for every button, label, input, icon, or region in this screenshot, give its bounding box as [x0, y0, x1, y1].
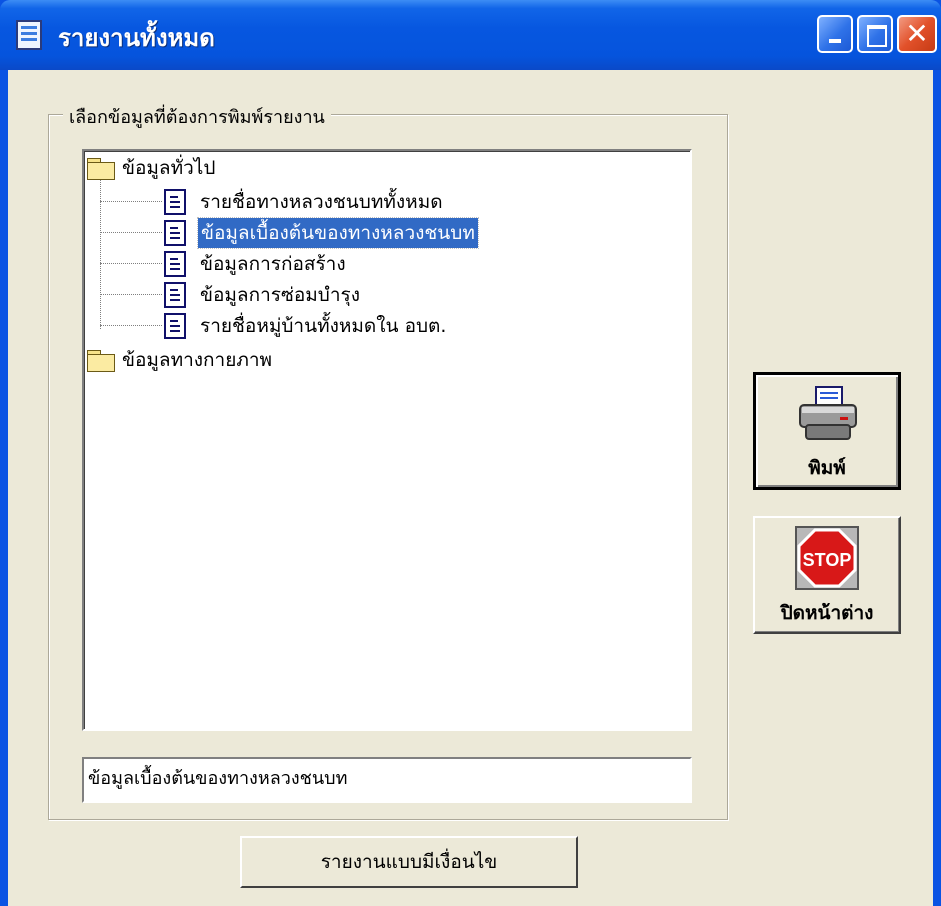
tree-folder-physical[interactable]: ข้อมูลทางกายภาพ	[86, 345, 386, 375]
tree-item-basic-rural-road-info[interactable]: ข้อมูลเบื้องต้นของทางหลวงชนบท	[164, 217, 624, 249]
document-icon	[164, 251, 186, 277]
tree-item-label: ข้อมูลการก่อสร้าง	[200, 253, 346, 275]
printer-icon	[799, 386, 857, 440]
report-tree-view[interactable]: ข้อมูลทั่วไป รายชื่อทางหลวงชนบททั้งหมด ข…	[82, 149, 692, 731]
maximize-button[interactable]	[857, 15, 893, 53]
tree-folder-general[interactable]: ข้อมูลทั่วไป	[86, 153, 386, 183]
print-button[interactable]: พิมพ์	[753, 372, 901, 490]
stop-sign-icon: STOP	[795, 526, 859, 590]
window-app-icon	[16, 20, 42, 50]
tree-item-construction-info[interactable]: ข้อมูลการก่อสร้าง	[164, 249, 584, 279]
stop-sign-text: STOP	[803, 550, 852, 570]
document-icon	[164, 282, 186, 308]
close-window-button[interactable]: STOP ปิดหน้าต่าง	[753, 516, 901, 634]
report-window: รายงานทั้งหมด ✕ เลือกข้อมูลที่ต้องการพิม…	[0, 0, 941, 906]
print-button-label: พิมพ์	[808, 457, 846, 479]
tree-connector	[100, 263, 162, 264]
maximize-icon	[867, 25, 887, 47]
tree-connector	[100, 325, 162, 326]
minimize-button[interactable]	[817, 15, 853, 53]
document-icon	[164, 313, 186, 339]
tree-connector	[100, 201, 162, 202]
title-bar[interactable]: รายงานทั้งหมด ✕	[0, 0, 941, 70]
close-window-button-label: ปิดหน้าต่าง	[780, 602, 874, 624]
minimize-icon	[829, 39, 841, 43]
tree-item-label: ข้อมูลการซ่อมบำรุง	[200, 284, 360, 306]
document-icon	[164, 189, 186, 215]
close-button[interactable]: ✕	[897, 15, 937, 53]
tree-item-label-selected: ข้อมูลเบื้องต้นของทางหลวงชนบท	[197, 217, 479, 249]
report-selection-group: เลือกข้อมูลที่ต้องการพิมพ์รายงาน ข้อมูลท…	[48, 102, 728, 820]
folder-icon	[86, 350, 116, 372]
tree-item-all-rural-roads[interactable]: รายชื่อทางหลวงชนบททั้งหมด	[164, 187, 584, 217]
close-icon: ✕	[905, 17, 929, 50]
tree-folder-label: ข้อมูลทางกายภาพ	[122, 349, 273, 371]
folder-icon	[86, 158, 116, 180]
conditional-report-button[interactable]: รายงานแบบมีเงื่อนไข	[240, 836, 578, 888]
tree-connector	[100, 294, 162, 295]
tree-item-maintenance-info[interactable]: ข้อมูลการซ่อมบำรุง	[164, 280, 584, 310]
window-client-area: เลือกข้อมูลที่ต้องการพิมพ์รายงาน ข้อมูลท…	[8, 70, 933, 906]
tree-item-label: รายชื่อหมู่บ้านทั้งหมดใน อบต.	[200, 315, 447, 337]
document-icon	[164, 220, 186, 246]
tree-item-label: รายชื่อทางหลวงชนบททั้งหมด	[200, 191, 443, 213]
tree-folder-label: ข้อมูลทั่วไป	[122, 157, 216, 179]
selected-report-description: ข้อมูลเบื้องต้นของทางหลวงชนบท	[82, 757, 692, 803]
tree-item-all-villages[interactable]: รายชื่อหมู่บ้านทั้งหมดใน อบต.	[164, 311, 604, 341]
tree-connector	[100, 232, 162, 233]
window-title: รายงานทั้งหมด	[58, 23, 215, 52]
group-legend: เลือกข้อมูลที่ต้องการพิมพ์รายงาน	[63, 102, 331, 131]
